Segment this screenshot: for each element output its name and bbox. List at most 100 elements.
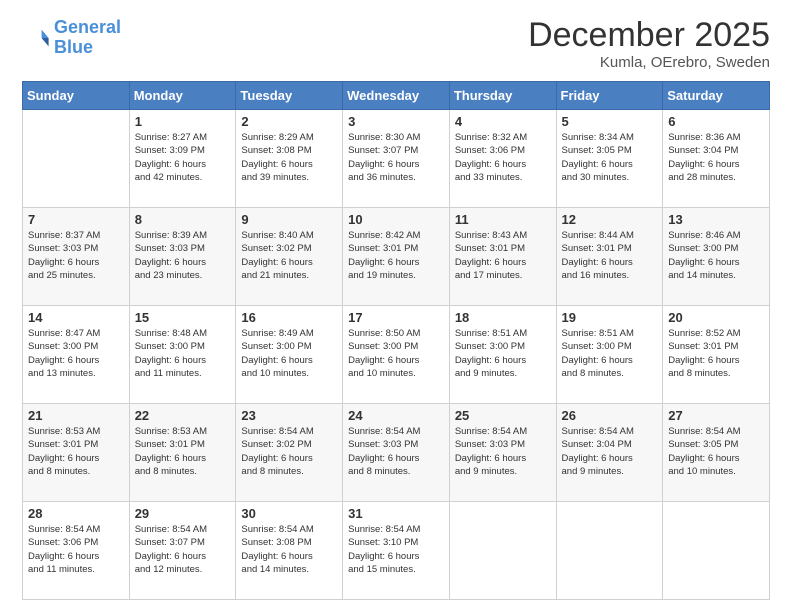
cell-sun-info: Sunrise: 8:39 AM Sunset: 3:03 PM Dayligh… <box>135 229 231 282</box>
calendar-cell: 6Sunrise: 8:36 AM Sunset: 3:04 PM Daylig… <box>663 110 770 208</box>
day-number: 2 <box>241 114 337 129</box>
calendar-cell: 14Sunrise: 8:47 AM Sunset: 3:00 PM Dayli… <box>23 306 130 404</box>
calendar-table: SundayMondayTuesdayWednesdayThursdayFrid… <box>22 81 770 600</box>
day-number: 22 <box>135 408 231 423</box>
location: Kumla, OErebro, Sweden <box>528 54 770 71</box>
cell-sun-info: Sunrise: 8:54 AM Sunset: 3:07 PM Dayligh… <box>135 523 231 576</box>
cell-sun-info: Sunrise: 8:40 AM Sunset: 3:02 PM Dayligh… <box>241 229 337 282</box>
calendar-cell: 3Sunrise: 8:30 AM Sunset: 3:07 PM Daylig… <box>343 110 450 208</box>
calendar-cell <box>23 110 130 208</box>
cell-sun-info: Sunrise: 8:46 AM Sunset: 3:00 PM Dayligh… <box>668 229 764 282</box>
day-number: 21 <box>28 408 124 423</box>
cell-sun-info: Sunrise: 8:54 AM Sunset: 3:04 PM Dayligh… <box>562 425 658 478</box>
cell-sun-info: Sunrise: 8:44 AM Sunset: 3:01 PM Dayligh… <box>562 229 658 282</box>
day-number: 30 <box>241 506 337 521</box>
weekday-header-wednesday: Wednesday <box>343 82 450 110</box>
calendar-week-2: 7 Sunrise: 8:37 AM Sunset: 3:03 PM Daylig… <box>23 208 770 306</box>
calendar-cell: 7 Sunrise: 8:37 AM Sunset: 3:03 PM Daylig… <box>23 208 130 306</box>
cell-sun-info: Sunrise: 8:43 AM Sunset: 3:01 PM Dayligh… <box>455 229 551 282</box>
day-number: 5 <box>562 114 658 129</box>
calendar-cell: 9 Sunrise: 8:40 AM Sunset: 3:02 PM Daylig… <box>236 208 343 306</box>
cell-sun-info: Sunrise: 8:53 AM Sunset: 3:01 PM Dayligh… <box>28 425 124 478</box>
calendar-cell: 20 Sunrise: 8:52 AM Sunset: 3:01 PM Dayli… <box>663 306 770 404</box>
calendar-week-3: 14Sunrise: 8:47 AM Sunset: 3:00 PM Dayli… <box>23 306 770 404</box>
cell-sun-info: Sunrise: 8:37 AM Sunset: 3:03 PM Dayligh… <box>28 229 124 282</box>
cell-sun-info: Sunrise: 8:34 AM Sunset: 3:05 PM Dayligh… <box>562 131 658 184</box>
cell-sun-info: Sunrise: 8:54 AM Sunset: 3:03 PM Dayligh… <box>455 425 551 478</box>
month-title: December 2025 <box>528 18 770 52</box>
logo-general: General <box>54 17 121 37</box>
cell-sun-info: Sunrise: 8:50 AM Sunset: 3:00 PM Dayligh… <box>348 327 444 380</box>
weekday-header-tuesday: Tuesday <box>236 82 343 110</box>
calendar-cell: 21 Sunrise: 8:53 AM Sunset: 3:01 PM Dayli… <box>23 404 130 502</box>
calendar-cell: 17 Sunrise: 8:50 AM Sunset: 3:00 PM Dayli… <box>343 306 450 404</box>
calendar-cell: 5 Sunrise: 8:34 AM Sunset: 3:05 PM Daylig… <box>556 110 663 208</box>
weekday-header-monday: Monday <box>129 82 236 110</box>
calendar-cell <box>663 502 770 600</box>
day-number: 11 <box>455 212 551 227</box>
cell-sun-info: Sunrise: 8:48 AM Sunset: 3:00 PM Dayligh… <box>135 327 231 380</box>
calendar-cell: 11 Sunrise: 8:43 AM Sunset: 3:01 PM Dayli… <box>449 208 556 306</box>
cell-sun-info: Sunrise: 8:32 AM Sunset: 3:06 PM Dayligh… <box>455 131 551 184</box>
calendar-cell: 19 Sunrise: 8:51 AM Sunset: 3:00 PM Dayli… <box>556 306 663 404</box>
calendar-cell: 12Sunrise: 8:44 AM Sunset: 3:01 PM Dayli… <box>556 208 663 306</box>
calendar-cell: 31 Sunrise: 8:54 AM Sunset: 3:10 PM Dayli… <box>343 502 450 600</box>
day-number: 20 <box>668 310 764 325</box>
calendar-cell: 15 Sunrise: 8:48 AM Sunset: 3:00 PM Dayli… <box>129 306 236 404</box>
calendar-cell: 10 Sunrise: 8:42 AM Sunset: 3:01 PM Dayli… <box>343 208 450 306</box>
calendar-cell: 29 Sunrise: 8:54 AM Sunset: 3:07 PM Dayli… <box>129 502 236 600</box>
calendar-cell: 1Sunrise: 8:27 AM Sunset: 3:09 PM Daylig… <box>129 110 236 208</box>
weekday-header-sunday: Sunday <box>23 82 130 110</box>
day-number: 15 <box>135 310 231 325</box>
calendar-week-5: 28Sunrise: 8:54 AM Sunset: 3:06 PM Dayli… <box>23 502 770 600</box>
calendar-cell: 13Sunrise: 8:46 AM Sunset: 3:00 PM Dayli… <box>663 208 770 306</box>
day-number: 24 <box>348 408 444 423</box>
day-number: 29 <box>135 506 231 521</box>
day-number: 10 <box>348 212 444 227</box>
calendar-cell: 24Sunrise: 8:54 AM Sunset: 3:03 PM Dayli… <box>343 404 450 502</box>
day-number: 16 <box>241 310 337 325</box>
day-number: 23 <box>241 408 337 423</box>
cell-sun-info: Sunrise: 8:54 AM Sunset: 3:10 PM Dayligh… <box>348 523 444 576</box>
calendar-cell <box>556 502 663 600</box>
cell-sun-info: Sunrise: 8:47 AM Sunset: 3:00 PM Dayligh… <box>28 327 124 380</box>
day-number: 6 <box>668 114 764 129</box>
calendar-header-row: SundayMondayTuesdayWednesdayThursdayFrid… <box>23 82 770 110</box>
header: General Blue December 2025 Kumla, OErebr… <box>22 18 770 71</box>
cell-sun-info: Sunrise: 8:54 AM Sunset: 3:06 PM Dayligh… <box>28 523 124 576</box>
cell-sun-info: Sunrise: 8:53 AM Sunset: 3:01 PM Dayligh… <box>135 425 231 478</box>
cell-sun-info: Sunrise: 8:42 AM Sunset: 3:01 PM Dayligh… <box>348 229 444 282</box>
calendar-cell: 28Sunrise: 8:54 AM Sunset: 3:06 PM Dayli… <box>23 502 130 600</box>
calendar-cell: 30Sunrise: 8:54 AM Sunset: 3:08 PM Dayli… <box>236 502 343 600</box>
cell-sun-info: Sunrise: 8:54 AM Sunset: 3:05 PM Dayligh… <box>668 425 764 478</box>
calendar-cell: 16Sunrise: 8:49 AM Sunset: 3:00 PM Dayli… <box>236 306 343 404</box>
cell-sun-info: Sunrise: 8:54 AM Sunset: 3:02 PM Dayligh… <box>241 425 337 478</box>
logo-text: General Blue <box>54 18 121 58</box>
calendar-cell: 25Sunrise: 8:54 AM Sunset: 3:03 PM Dayli… <box>449 404 556 502</box>
weekday-header-saturday: Saturday <box>663 82 770 110</box>
cell-sun-info: Sunrise: 8:51 AM Sunset: 3:00 PM Dayligh… <box>562 327 658 380</box>
cell-sun-info: Sunrise: 8:52 AM Sunset: 3:01 PM Dayligh… <box>668 327 764 380</box>
cell-sun-info: Sunrise: 8:29 AM Sunset: 3:08 PM Dayligh… <box>241 131 337 184</box>
logo-icon <box>22 24 50 52</box>
calendar-cell: 4 Sunrise: 8:32 AM Sunset: 3:06 PM Daylig… <box>449 110 556 208</box>
day-number: 27 <box>668 408 764 423</box>
cell-sun-info: Sunrise: 8:51 AM Sunset: 3:00 PM Dayligh… <box>455 327 551 380</box>
day-number: 8 <box>135 212 231 227</box>
logo-blue: Blue <box>54 37 93 57</box>
day-number: 4 <box>455 114 551 129</box>
calendar-cell: 22 Sunrise: 8:53 AM Sunset: 3:01 PM Dayli… <box>129 404 236 502</box>
day-number: 31 <box>348 506 444 521</box>
calendar-cell: 18Sunrise: 8:51 AM Sunset: 3:00 PM Dayli… <box>449 306 556 404</box>
day-number: 9 <box>241 212 337 227</box>
calendar-cell: 8 Sunrise: 8:39 AM Sunset: 3:03 PM Daylig… <box>129 208 236 306</box>
weekday-header-thursday: Thursday <box>449 82 556 110</box>
day-number: 17 <box>348 310 444 325</box>
calendar-cell: 26Sunrise: 8:54 AM Sunset: 3:04 PM Dayli… <box>556 404 663 502</box>
title-block: December 2025 Kumla, OErebro, Sweden <box>528 18 770 71</box>
calendar-cell: 2 Sunrise: 8:29 AM Sunset: 3:08 PM Daylig… <box>236 110 343 208</box>
day-number: 19 <box>562 310 658 325</box>
day-number: 7 <box>28 212 124 227</box>
day-number: 3 <box>348 114 444 129</box>
day-number: 1 <box>135 114 231 129</box>
